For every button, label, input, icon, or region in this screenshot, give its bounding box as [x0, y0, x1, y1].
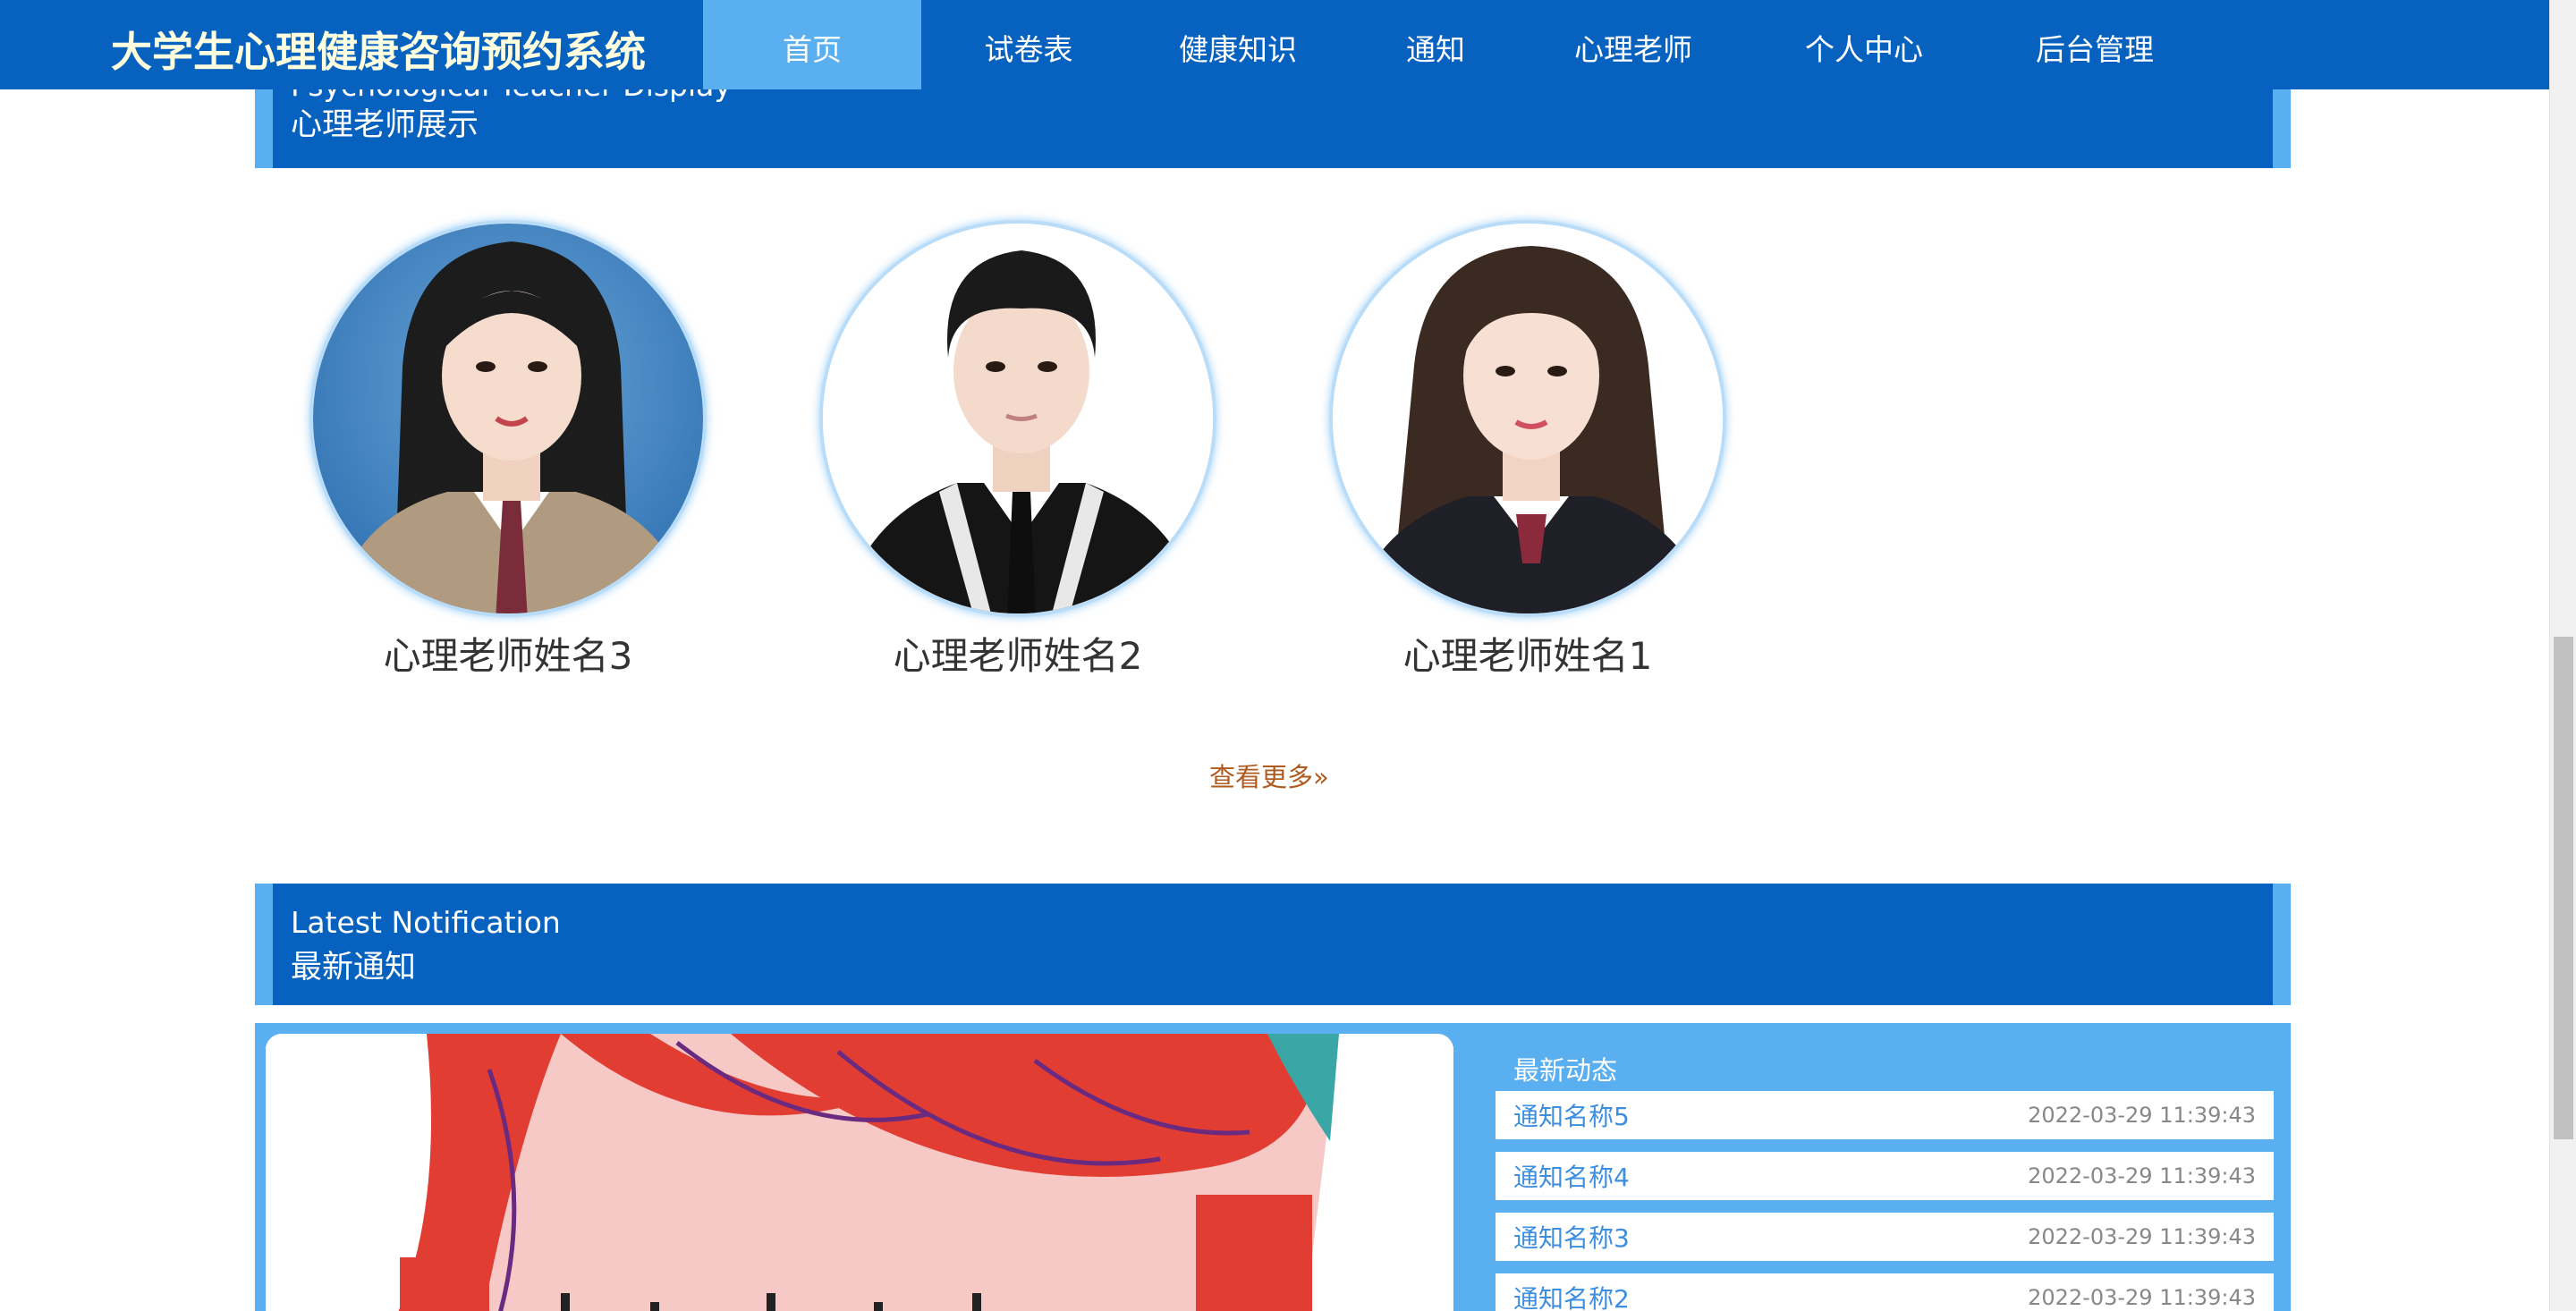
view-more-link[interactable]: 查看更多»: [1209, 757, 1329, 794]
scrollbar-thumb[interactable]: [2554, 637, 2573, 1139]
nav-item-health-knowledge[interactable]: 健康知识: [1134, 0, 1342, 89]
teacher-avatar[interactable]: [819, 220, 1216, 617]
teacher-card[interactable]: 心理老师姓名2: [819, 220, 1216, 681]
notice-name[interactable]: 通知名称2: [1513, 1280, 1630, 1311]
top-navbar: 大学生心理健康咨询预约系统 首页 试卷表 健康知识 通知 心理老师 个人中心 后…: [0, 0, 2549, 89]
site-title[interactable]: 大学生心理健康咨询预约系统: [111, 20, 646, 79]
notice-list-item[interactable]: 通知名称3 2022-03-29 11:39:43: [1496, 1213, 2274, 1261]
page: Psychological Teacher Display 心理老师展示: [0, 0, 2549, 1311]
notice-section-title-cn: 最新通知: [291, 950, 417, 985]
notice-time: 2022-03-29 11:39:43: [2028, 1103, 2256, 1128]
nav-item-personal-center[interactable]: 个人中心: [1760, 0, 1968, 89]
nav-item-teachers[interactable]: 心理老师: [1530, 0, 1737, 89]
vertical-scrollbar[interactable]: [2549, 0, 2576, 1311]
teacher-avatar[interactable]: [1329, 220, 1726, 617]
teacher-name[interactable]: 心理老师姓名3: [309, 631, 707, 681]
notice-name[interactable]: 通知名称4: [1513, 1158, 1630, 1194]
teacher-card[interactable]: 心理老师姓名3: [309, 220, 707, 681]
notice-list-title: 最新动态: [1513, 1055, 1618, 1086]
teacher-name[interactable]: 心理老师姓名1: [1329, 631, 1726, 681]
notice-banner-image[interactable]: [266, 1034, 1453, 1311]
notice-section-title-en: Latest Notification: [291, 905, 561, 940]
notice-list-item[interactable]: 通知名称5 2022-03-29 11:39:43: [1496, 1091, 2274, 1139]
teacher-name[interactable]: 心理老师姓名2: [819, 631, 1216, 681]
notice-panel: 最新动态 通知名称5 2022-03-29 11:39:43 通知名称4 202…: [255, 1023, 2291, 1311]
teacher-section-title-cn: 心理老师展示: [291, 107, 479, 143]
nav-item-admin[interactable]: 后台管理: [1991, 0, 2199, 89]
notice-name[interactable]: 通知名称3: [1513, 1219, 1630, 1255]
notice-name[interactable]: 通知名称5: [1513, 1097, 1630, 1133]
notice-time: 2022-03-29 11:39:43: [2028, 1163, 2256, 1188]
nav-item-exam[interactable]: 试卷表: [941, 0, 1116, 89]
notice-time: 2022-03-29 11:39:43: [2028, 1224, 2256, 1249]
teacher-card[interactable]: 心理老师姓名1: [1329, 220, 1726, 681]
notice-list-item[interactable]: 通知名称2 2022-03-29 11:39:43: [1496, 1273, 2274, 1311]
notice-list-item[interactable]: 通知名称4 2022-03-29 11:39:43: [1496, 1152, 2274, 1200]
notice-section-header: Latest Notification 最新通知: [255, 884, 2291, 1005]
teacher-avatar[interactable]: [309, 220, 707, 617]
nav-item-home[interactable]: 首页: [703, 0, 921, 89]
notice-time: 2022-03-29 11:39:43: [2028, 1285, 2256, 1310]
nav-item-notice[interactable]: 通知: [1360, 0, 1512, 89]
